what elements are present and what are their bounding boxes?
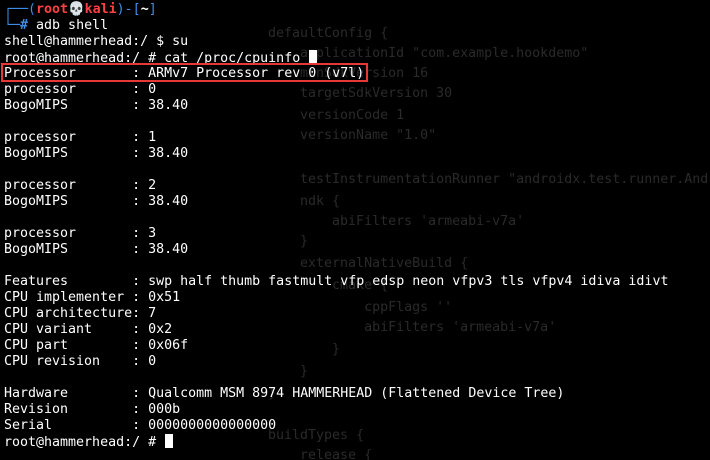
terminal-line: Hardware : Qualcomm MSM 8974 HAMMERHEAD … bbox=[4, 386, 565, 401]
terminal-line: processor : 3 bbox=[4, 226, 157, 241]
prompt-host: kali bbox=[84, 2, 117, 17]
text-cursor bbox=[165, 434, 174, 448]
terminal-line: Revision : 000b bbox=[4, 402, 181, 417]
terminal-line: BogoMIPS : 38.40 bbox=[4, 242, 189, 257]
terminal-line-final-prompt[interactable]: root@hammerhead:/ # bbox=[4, 434, 704, 450]
prompt-frame-mid: )-[ bbox=[116, 2, 141, 17]
prompt-frame-bottom: └─ bbox=[4, 18, 21, 33]
terminal-window[interactable]: defaultConfig { applicationId "com.examp… bbox=[0, 0, 710, 460]
prompt-header-line: ┌──(root💀kali)-[~] bbox=[4, 2, 704, 18]
terminal-line: CPU revision : 0 bbox=[4, 354, 157, 369]
highlight-annotation-box bbox=[1, 63, 368, 82]
skull-icon: 💀 bbox=[68, 2, 85, 17]
terminal-line: BogoMIPS : 38.40 bbox=[4, 194, 189, 209]
prompt-frame-top: ┌──( bbox=[4, 2, 37, 17]
terminal-line: BogoMIPS : 38.40 bbox=[4, 98, 189, 113]
terminal-line: CPU implementer : 0x51 bbox=[4, 290, 181, 305]
terminal-line: CPU part : 0x06f bbox=[4, 338, 189, 353]
terminal-line: processor : 0 bbox=[4, 82, 157, 97]
prompt-hash: # bbox=[20, 18, 29, 33]
prompt-cwd: ~ bbox=[140, 2, 149, 17]
text-cursor bbox=[309, 50, 318, 64]
terminal-line: Features : swp half thumb fastmult vfp e… bbox=[4, 274, 669, 289]
terminal-line: BogoMIPS : 38.40 bbox=[4, 146, 189, 161]
prompt-user: root bbox=[36, 2, 69, 17]
prompt-command-line: └─# adb shell bbox=[4, 18, 704, 34]
terminal-line: CPU variant : 0x2 bbox=[4, 322, 173, 337]
terminal-line: processor : 1 bbox=[4, 130, 157, 145]
terminal-line: Serial : 0000000000000000 bbox=[4, 418, 277, 433]
prompt-command: adb shell bbox=[28, 18, 109, 33]
prompt-frame-end: ] bbox=[148, 2, 157, 17]
terminal-line: processor : 2 bbox=[4, 178, 157, 193]
terminal-line: CPU architecture: 7 bbox=[4, 306, 157, 321]
terminal-line-text: root@hammerhead:/ # bbox=[4, 435, 165, 450]
terminal-line: shell@hammerhead:/ $ su bbox=[4, 34, 189, 49]
